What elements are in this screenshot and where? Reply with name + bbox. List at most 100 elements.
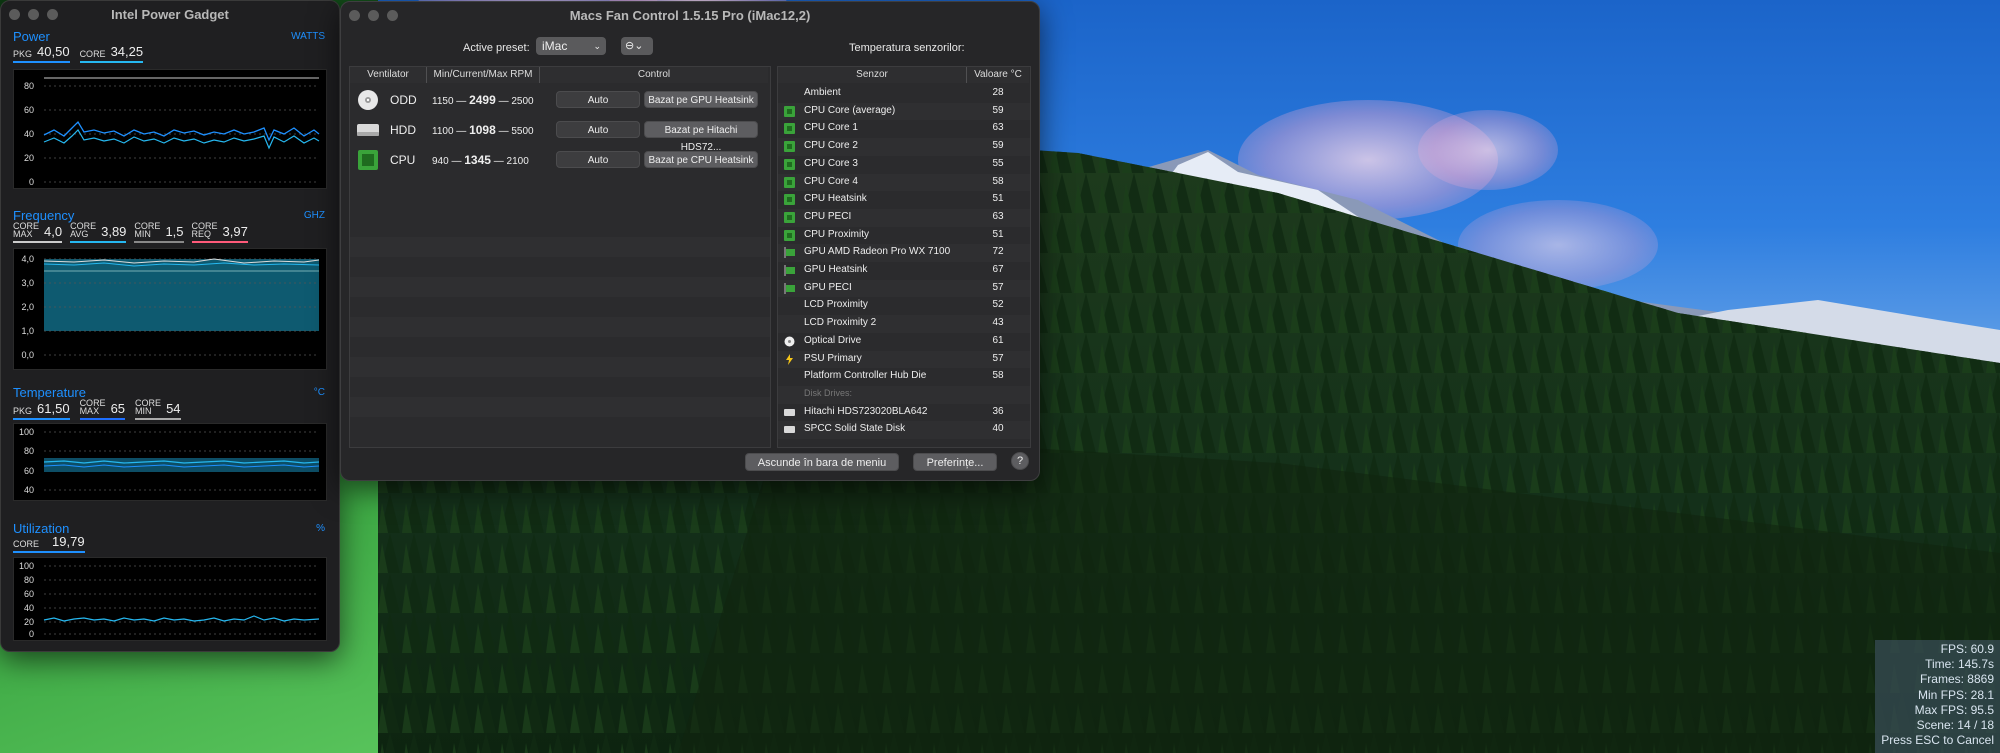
ellipsis-circle-icon: ⊖⌄ (625, 40, 644, 52)
cpu-chip-icon (784, 229, 795, 241)
sensor-row[interactable]: CPU PECI 63 (778, 208, 1030, 227)
sensor-name: Platform Controller Hub Die (804, 370, 927, 382)
sensor-row[interactable]: Ambient 28 (778, 85, 1030, 103)
rpm-column-header[interactable]: Min/Current/Max RPM (427, 67, 540, 83)
sensor-name: LCD Proximity 2 (804, 317, 877, 329)
sensor-row[interactable]: CPU Core 3 55 (778, 156, 1030, 174)
fan-auto-button[interactable]: Auto (556, 121, 640, 138)
sensor-value: 57 (992, 352, 1004, 364)
sensor-row[interactable]: LCD Proximity 52 (778, 297, 1030, 315)
fan-control-titlebar[interactable]: Macs Fan Control 1.5.15 Pro (iMac12,2) (341, 2, 1039, 28)
fan-rpm: 940 — 1345 — 2100 (432, 153, 529, 167)
fan-row-cpu[interactable]: CPU 940 — 1345 — 2100 Auto Bazat pe CPU … (350, 145, 770, 175)
sensor-group-header: Disk Drives: (778, 385, 1030, 404)
hard-drive-icon (784, 408, 795, 416)
sensor-name: Optical Drive (804, 334, 862, 346)
fan-source-button[interactable]: Bazat pe GPU Heatsink (644, 91, 758, 108)
fan-row-odd[interactable]: ODD 1150 — 2499 — 2500 Auto Bazat pe GPU… (350, 85, 770, 115)
preset-options-button[interactable]: ⊖⌄ (621, 37, 653, 55)
power-pkg-metric: PKG 40,50 (13, 45, 70, 63)
fan-source-button[interactable]: Bazat pe Hitachi HDS72... (644, 121, 758, 153)
sensor-name: CPU Core (average) (804, 104, 896, 116)
sensor-row[interactable]: LCD Proximity 2 43 (778, 315, 1030, 333)
control-column-header[interactable]: Control (540, 67, 768, 83)
fan-source-button[interactable]: Bazat pe CPU Heatsink (644, 151, 758, 168)
gpu-card-icon (784, 247, 795, 259)
preferences-button[interactable]: Preferințe... (913, 453, 997, 471)
sensor-row[interactable]: CPU Heatsink 51 (778, 191, 1030, 209)
sensor-name: Ambient (804, 87, 841, 98)
sensor-row[interactable]: GPU AMD Radeon Pro WX 7100 72 (778, 244, 1030, 262)
sensor-row[interactable]: CPU Core 2 59 (778, 138, 1030, 156)
sensor-row[interactable]: GPU PECI 57 (778, 279, 1030, 298)
sensor-name: SPCC Solid State Disk (804, 423, 906, 435)
utilization-unit: % (316, 523, 325, 534)
sensor-row[interactable]: Optical Drive 61 (778, 333, 1030, 351)
power-tick: 0 (29, 177, 34, 187)
fan-name: CPU (390, 153, 416, 167)
frequency-section: Frequency GHZ CORE MAX 4,0 CORE AVG 3,89 COR… (1, 206, 339, 376)
fan-auto-button[interactable]: Auto (556, 151, 640, 168)
help-button[interactable]: ? (1011, 452, 1029, 470)
sensor-name: CPU Core 3 (804, 157, 858, 169)
temp-pkg-metric: PKG 61,50 (13, 399, 70, 420)
sensor-row[interactable]: CPU Core (average) 59 (778, 102, 1030, 121)
power-gadget-title: Intel Power Gadget (111, 7, 229, 22)
sensor-value: 51 (992, 193, 1004, 205)
preset-select[interactable]: iMac ⌄ (536, 37, 606, 55)
sensor-value: 59 (992, 140, 1004, 152)
sensor-row[interactable]: GPU Heatsink 67 (778, 262, 1030, 280)
power-unit: WATTS (291, 31, 325, 42)
power-gadget-titlebar[interactable]: Intel Power Gadget (1, 1, 339, 27)
fan-name: ODD (390, 93, 417, 107)
gpu-card-icon (784, 265, 795, 276)
optical-disc-icon (784, 336, 795, 347)
sensor-name: GPU AMD Radeon Pro WX 7100 (804, 246, 951, 258)
fan-rpm: 1100 — 1098 — 5500 (432, 123, 534, 137)
sensor-name: CPU Heatsink (804, 193, 867, 205)
gpu-card-icon (784, 282, 795, 294)
sensor-row[interactable]: CPU Core 4 58 (778, 173, 1030, 192)
frequency-unit: GHZ (303, 210, 325, 221)
util-core-metric: CORE 19,79 (13, 535, 85, 553)
sensor-value: 58 (992, 370, 1004, 382)
utilization-tick: 40 (24, 603, 34, 613)
power-bolt-icon (786, 353, 793, 365)
freq-min-metric: CORE MIN 1,5 (134, 222, 184, 243)
temp-min-metric: CORE MIN 54 (135, 399, 181, 420)
sensors-title: Temperatura senzorilor: (849, 42, 965, 54)
utilization-graph: 100 80 60 40 20 0 (13, 557, 327, 641)
fan-auto-button[interactable]: Auto (556, 91, 640, 108)
value-column-header[interactable]: Valoare °C (967, 67, 1029, 83)
sensor-row[interactable]: CPU Proximity 51 (778, 227, 1030, 245)
fps-overlay: FPS: 60.9 Time: 145.7s Frames: 8869 Min … (1875, 640, 2000, 753)
sensors-table: Senzor Valoare °C Ambient 28 CPU Core (ave… (777, 66, 1031, 448)
sensor-name: Hitachi HDS723020BLA642 (804, 405, 928, 417)
sensor-name: CPU Core 1 (804, 122, 858, 134)
sensor-row[interactable]: SPCC Solid State Disk 40 (778, 421, 1030, 439)
temperature-unit: °C (313, 387, 325, 398)
fan-row-hdd[interactable]: HDD 1100 — 1098 — 5500 Auto Bazat pe Hit… (350, 115, 770, 153)
sensor-value: 57 (992, 281, 1004, 293)
frequency-tick: 1,0 (21, 326, 34, 336)
freq-max-metric: CORE MAX 4,0 (13, 222, 63, 243)
sensor-value: 72 (992, 246, 1004, 258)
sensor-value: 63 (992, 210, 1004, 222)
utilization-tick: 80 (24, 575, 34, 585)
cpu-chip-icon (784, 194, 795, 206)
sensor-value: 51 (992, 228, 1004, 240)
utilization-tick: 0 (29, 629, 34, 639)
hide-in-menubar-button[interactable]: Ascunde în bara de meniu (745, 453, 899, 471)
frequency-tick: 0,0 (21, 350, 34, 360)
utilization-tick: 100 (19, 561, 34, 571)
sensor-row[interactable]: PSU Primary 57 (778, 350, 1030, 369)
sensor-column-header[interactable]: Senzor (778, 67, 967, 83)
sensor-row[interactable]: Platform Controller Hub Die 58 (778, 368, 1030, 386)
sensor-name: LCD Proximity (804, 299, 868, 311)
sensor-row[interactable]: Hitachi HDS723020BLA642 36 (778, 404, 1030, 422)
cpu-chip-icon (358, 150, 378, 170)
power-tick: 60 (24, 105, 34, 115)
fan-column-header[interactable]: Ventilator (350, 67, 427, 83)
power-title: Power (13, 29, 50, 44)
sensor-row[interactable]: CPU Core 1 63 (778, 120, 1030, 138)
